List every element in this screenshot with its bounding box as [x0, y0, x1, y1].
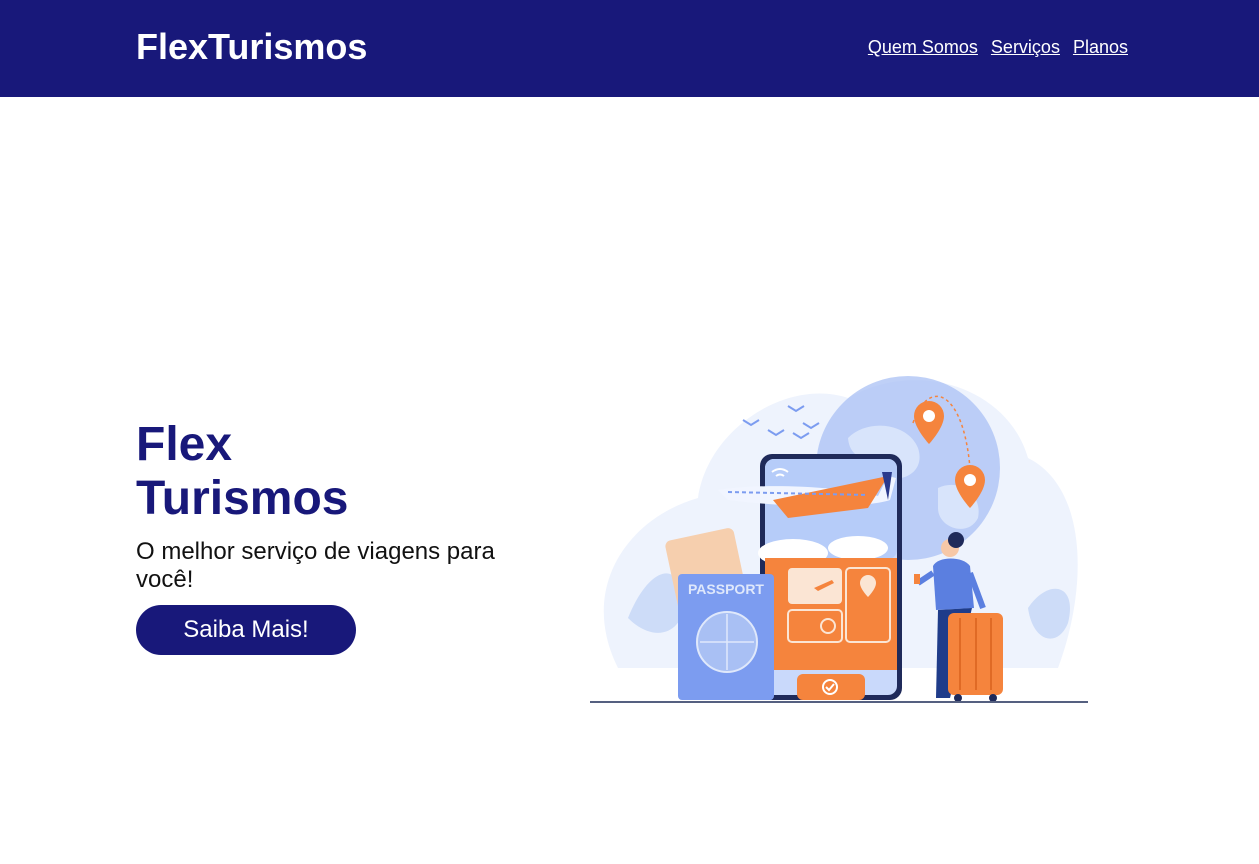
- nav-link-servicos[interactable]: Serviços: [991, 37, 1060, 57]
- suitcase-icon: [948, 613, 1003, 702]
- brand-logo-text[interactable]: FlexTurismos: [136, 27, 367, 67]
- main-nav: Quem Somos Serviços Planos: [868, 37, 1128, 57]
- nav-link-planos[interactable]: Planos: [1073, 37, 1128, 57]
- top-navigation-bar: FlexTurismos Quem Somos Serviços Planos: [0, 0, 1259, 97]
- hero-title: Flex Turismos: [136, 418, 349, 525]
- nav-link-quem-somos[interactable]: Quem Somos: [868, 37, 978, 57]
- travel-illustration: PASSPORT: [590, 376, 1088, 703]
- passport-label: PASSPORT: [688, 581, 764, 597]
- hero-subtitle: O melhor serviço de viagens para você!: [136, 538, 495, 593]
- saiba-mais-button[interactable]: Saiba Mais!: [136, 605, 356, 655]
- ticket-card: [788, 568, 842, 604]
- hero-section: Flex Turismos O melhor serviço de viagen…: [136, 418, 536, 594]
